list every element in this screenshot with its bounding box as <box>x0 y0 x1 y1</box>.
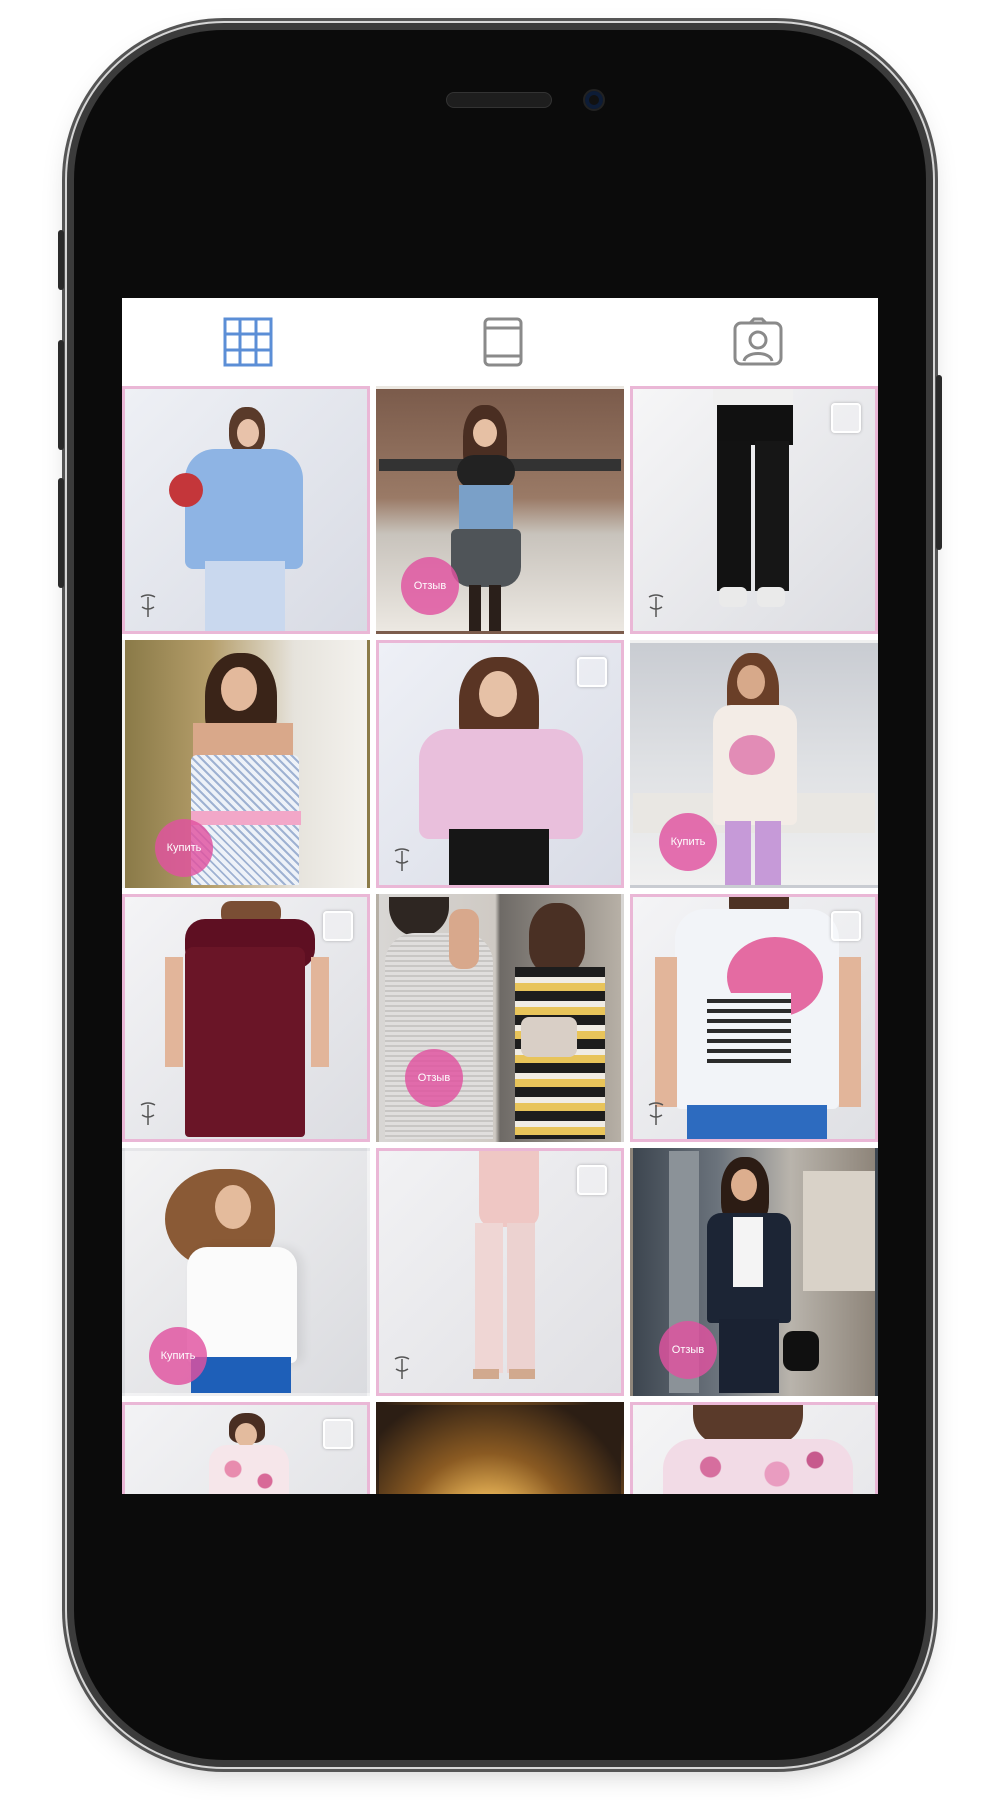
profile-tab-bar <box>122 298 878 386</box>
front-camera <box>583 89 605 111</box>
brand-logo-icon <box>648 1102 664 1125</box>
tab-grid[interactable] <box>220 314 276 370</box>
tablet-icon <box>483 317 523 367</box>
brand-logo-icon <box>394 1356 410 1379</box>
grid-tile[interactable] <box>122 1402 370 1494</box>
select-checkbox[interactable] <box>831 403 861 433</box>
grid-tile[interactable] <box>376 640 624 888</box>
tab-feed[interactable] <box>475 314 531 370</box>
grid-tile[interactable] <box>122 894 370 1142</box>
post-tag-badge[interactable]: Купить <box>659 813 717 871</box>
select-checkbox[interactable] <box>831 911 861 941</box>
app-screen: Отзыв Купить Купить Отзыв Купить Отзыв <box>122 298 878 1494</box>
brand-logo-icon <box>394 848 410 871</box>
grid-icon <box>223 317 273 367</box>
grid-tile[interactable] <box>122 386 370 634</box>
profile-icon <box>733 317 783 366</box>
post-tag-badge[interactable]: Отзыв <box>405 1049 463 1107</box>
photo-grid: Отзыв Купить Купить Отзыв Купить Отзыв <box>122 386 878 1494</box>
earpiece-speaker <box>446 92 552 108</box>
volume-down-button <box>58 478 64 588</box>
post-tag-badge[interactable]: Купить <box>149 1327 207 1385</box>
power-button <box>936 375 942 550</box>
grid-tile[interactable] <box>630 1402 878 1494</box>
grid-tile[interactable]: Отзыв <box>376 386 624 634</box>
grid-tile[interactable] <box>630 894 878 1142</box>
volume-up-button <box>58 340 64 450</box>
silent-switch <box>58 230 64 290</box>
tab-tagged[interactable] <box>730 314 786 370</box>
select-checkbox[interactable] <box>577 1165 607 1195</box>
grid-tile[interactable]: Отзыв <box>376 894 624 1142</box>
grid-tile[interactable]: Купить <box>122 640 370 888</box>
grid-tile[interactable] <box>376 1148 624 1396</box>
select-checkbox[interactable] <box>577 657 607 687</box>
brand-logo-icon <box>140 594 156 617</box>
brand-logo-icon <box>140 1102 156 1125</box>
brand-logo-icon <box>648 594 664 617</box>
grid-tile[interactable]: Купить <box>122 1148 370 1396</box>
grid-tile[interactable] <box>376 1402 624 1494</box>
post-tag-badge[interactable]: Купить <box>155 819 213 877</box>
post-tag-badge[interactable]: Отзыв <box>401 557 459 615</box>
post-tag-badge[interactable]: Отзыв <box>659 1321 717 1379</box>
select-checkbox[interactable] <box>323 1419 353 1449</box>
grid-tile[interactable]: Отзыв <box>630 1148 878 1396</box>
grid-tile[interactable]: Купить <box>630 640 878 888</box>
select-checkbox[interactable] <box>323 911 353 941</box>
grid-tile[interactable] <box>630 386 878 634</box>
